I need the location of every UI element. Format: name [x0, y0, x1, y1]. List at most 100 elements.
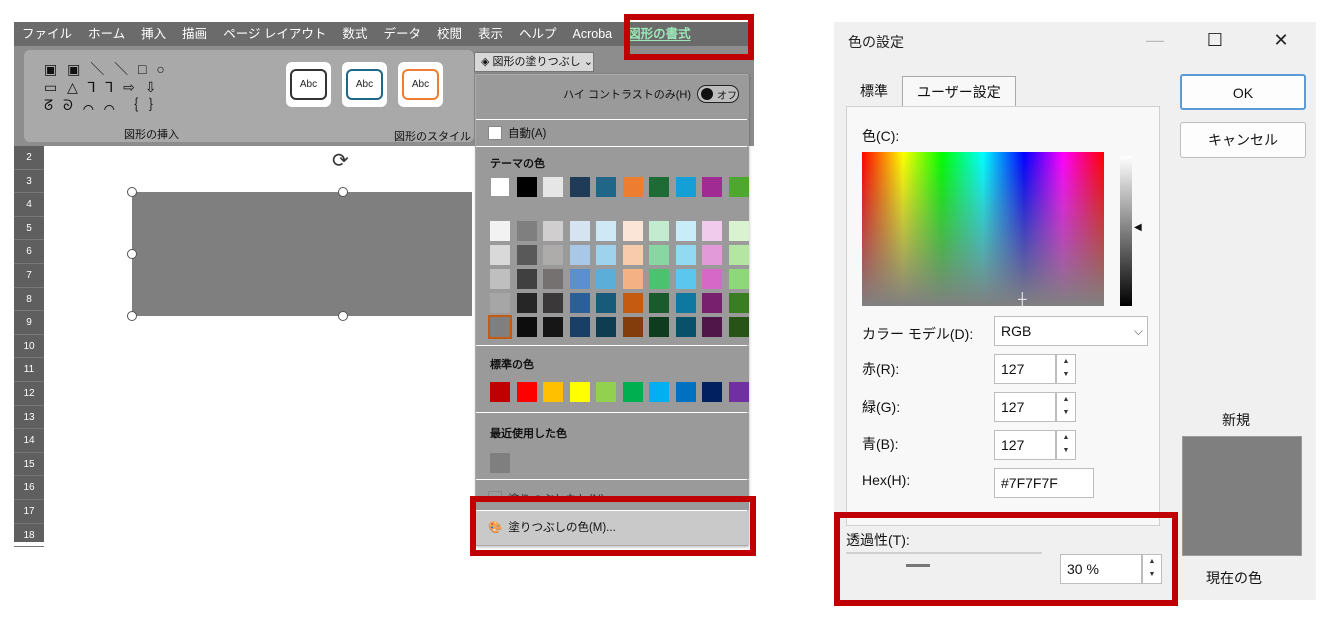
color-swatch[interactable] [596, 293, 616, 313]
color-swatch[interactable] [702, 245, 722, 265]
color-swatch[interactable] [490, 453, 510, 473]
row-header[interactable]: 6 [14, 240, 44, 264]
cancel-button[interactable]: キャンセル [1180, 122, 1306, 158]
color-swatch[interactable] [649, 317, 669, 337]
auto-color-item[interactable]: 自動(A) [488, 125, 546, 141]
high-contrast-toggle[interactable]: オフ [697, 85, 739, 103]
color-swatch[interactable] [596, 317, 616, 337]
red-spinner[interactable]: ▲ ▼ [1056, 354, 1076, 384]
color-swatch[interactable] [596, 269, 616, 289]
row-header[interactable]: 3 [14, 170, 44, 194]
color-swatch[interactable] [728, 177, 749, 197]
row-header[interactable]: 4 [14, 193, 44, 217]
color-swatch[interactable] [675, 177, 696, 197]
color-swatch[interactable] [622, 269, 643, 289]
row-header[interactable]: 10 [14, 335, 44, 359]
color-swatch[interactable] [596, 245, 616, 265]
color-swatch[interactable] [649, 245, 669, 265]
color-swatch[interactable] [569, 245, 590, 265]
blue-input[interactable]: 127 [994, 430, 1056, 460]
row-header[interactable]: 16 [14, 476, 44, 500]
row-header[interactable]: 18 [14, 524, 44, 548]
tab-file[interactable]: ファイル [14, 22, 80, 46]
color-swatch[interactable] [516, 382, 537, 402]
high-contrast-row[interactable]: ハイ コントラストのみ(H) オフ [563, 85, 739, 103]
tab-draw[interactable]: 描画 [174, 22, 215, 46]
color-swatch[interactable] [490, 269, 510, 289]
row-header[interactable]: 17 [14, 500, 44, 524]
tab-standard[interactable]: 標準 [846, 76, 902, 106]
selected-rectangle-shape[interactable] [132, 192, 472, 316]
color-swatch[interactable] [622, 221, 643, 241]
color-swatch[interactable] [569, 317, 590, 337]
row-header[interactable]: 15 [14, 453, 44, 477]
color-swatch[interactable] [702, 177, 722, 197]
color-swatch[interactable] [649, 177, 669, 197]
color-swatch[interactable] [516, 317, 537, 337]
row-header[interactable]: 14 [14, 429, 44, 453]
color-swatch[interactable] [516, 245, 537, 265]
color-swatch[interactable] [569, 221, 590, 241]
rotate-handle-icon[interactable]: ⟳ [332, 148, 349, 173]
tab-review[interactable]: 校閲 [429, 22, 470, 46]
color-swatch[interactable] [596, 221, 616, 241]
color-swatch[interactable] [490, 245, 510, 265]
color-swatch[interactable] [543, 317, 563, 337]
color-swatch[interactable] [490, 293, 510, 313]
close-icon[interactable]: ✕ [1266, 26, 1296, 54]
color-swatch[interactable] [516, 293, 537, 313]
hex-input[interactable]: #7F7F7F [994, 468, 1094, 498]
color-swatch[interactable] [490, 177, 510, 197]
resize-handle[interactable] [338, 187, 348, 197]
row-header[interactable]: 7 [14, 264, 44, 288]
color-model-select[interactable]: RGB ⌵ [994, 316, 1148, 346]
color-swatch[interactable] [728, 293, 749, 313]
shape-fill-button[interactable]: ◈ 図形の塗りつぶし ⌄ [474, 52, 594, 72]
color-swatch[interactable] [490, 221, 510, 241]
row-header[interactable]: 12 [14, 382, 44, 406]
green-spinner[interactable]: ▲ ▼ [1056, 392, 1076, 422]
tab-custom[interactable]: ユーザー設定 [902, 76, 1016, 106]
color-swatch[interactable] [622, 317, 643, 337]
resize-handle[interactable] [127, 187, 137, 197]
color-swatch[interactable] [728, 221, 749, 241]
shape-gallery-row[interactable]: ᘔ ᘐ ⌒ ⌒ ｛ ｝ [44, 96, 214, 114]
green-input[interactable]: 127 [994, 392, 1056, 422]
crosshair-icon[interactable]: ┼ [1018, 292, 1027, 306]
row-header[interactable]: 11 [14, 358, 44, 382]
color-swatch[interactable] [622, 245, 643, 265]
shape-gallery-row[interactable]: ▭ △ ⅂ ⅂ ⇨ ⇩ [44, 78, 214, 96]
color-swatch[interactable] [675, 293, 696, 313]
color-swatch[interactable] [543, 221, 563, 241]
color-swatch[interactable] [569, 177, 590, 197]
color-swatch[interactable] [569, 293, 590, 313]
color-swatch[interactable] [622, 177, 643, 197]
resize-handle[interactable] [127, 311, 137, 321]
blue-spinner[interactable]: ▲ ▼ [1056, 430, 1076, 460]
color-spectrum[interactable] [862, 152, 1104, 306]
color-swatch[interactable] [649, 382, 669, 402]
color-swatch[interactable] [596, 382, 616, 402]
color-swatch[interactable] [675, 317, 696, 337]
color-swatch[interactable] [516, 221, 537, 241]
minimize-icon[interactable]: — [1140, 26, 1170, 54]
color-swatch[interactable] [543, 245, 563, 265]
color-swatch[interactable] [728, 317, 749, 337]
tab-help[interactable]: ヘルプ [511, 22, 565, 46]
color-swatch[interactable] [702, 269, 722, 289]
luminance-slider[interactable] [1120, 156, 1132, 306]
color-swatch[interactable] [702, 293, 722, 313]
tab-home[interactable]: ホーム [80, 22, 133, 46]
color-swatch[interactable] [622, 382, 643, 402]
red-input[interactable]: 127 [994, 354, 1056, 384]
color-swatch[interactable] [649, 221, 669, 241]
color-swatch[interactable] [702, 382, 722, 402]
color-swatch[interactable] [728, 382, 749, 402]
color-swatch[interactable] [675, 221, 696, 241]
row-header[interactable]: 9 [14, 311, 44, 335]
color-swatch[interactable] [702, 317, 722, 337]
color-swatch[interactable] [543, 269, 563, 289]
color-swatch[interactable] [702, 221, 722, 241]
color-swatch[interactable] [622, 293, 643, 313]
shape-gallery[interactable]: ▣ ▣ ＼ ＼ □ ○ ▭ △ ⅂ ⅂ ⇨ ⇩ ᘔ ᘐ ⌒ ⌒ ｛ ｝ [44, 60, 214, 130]
